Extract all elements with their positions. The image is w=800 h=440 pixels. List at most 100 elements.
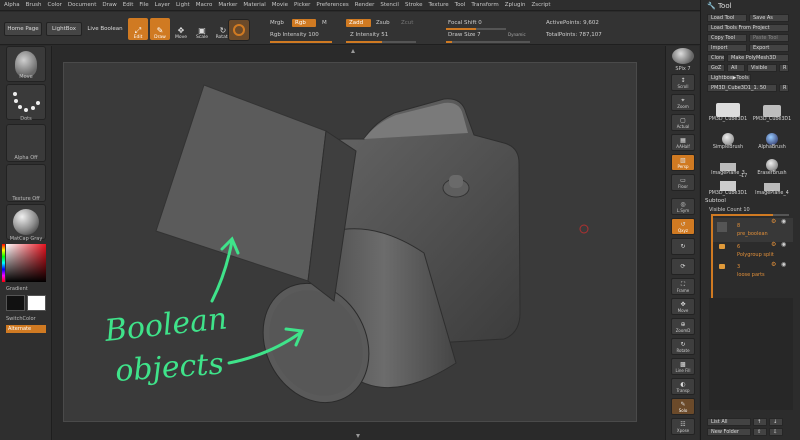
bpr-sphere-icon[interactable]: [672, 48, 694, 64]
lightbox-tools-button[interactable]: Lightbox▶Tools: [707, 74, 751, 82]
move-up-button[interactable]: ↑: [753, 418, 767, 426]
move-mode-button[interactable]: ✥ Move: [171, 18, 191, 40]
move-view-button[interactable]: ✥ Move: [671, 298, 695, 315]
subtool-row-3[interactable]: 3 loose parts ⚙ ◉: [713, 260, 793, 282]
menu-brush[interactable]: Brush: [26, 2, 42, 8]
scale-mode-button[interactable]: ▣ Scale: [192, 18, 212, 40]
bottom-collapse-handle[interactable]: [348, 434, 368, 439]
material-selector[interactable]: [6, 204, 46, 240]
menu-tool[interactable]: Tool: [455, 2, 466, 8]
subtool-1-eye-icon[interactable]: ◉: [781, 218, 786, 225]
new-folder-button[interactable]: New Folder: [707, 428, 751, 436]
goz-button[interactable]: GoZ: [707, 64, 725, 72]
menu-picker[interactable]: Picker: [294, 2, 310, 8]
menu-layer[interactable]: Layer: [155, 2, 170, 8]
camera-model[interactable]: Boolean objects: [64, 63, 637, 422]
dynamic-solo-button[interactable]: ✎ Solo: [671, 398, 695, 415]
menu-stencil[interactable]: Stencil: [380, 2, 399, 8]
menu-stroke[interactable]: Stroke: [405, 2, 423, 8]
focal-shift-track[interactable]: [446, 28, 506, 30]
switch-color-button[interactable]: SwitchColor: [6, 316, 58, 322]
menu-marker[interactable]: Marker: [218, 2, 237, 8]
export-button[interactable]: Export: [749, 44, 789, 52]
main-color-swatch[interactable]: [6, 295, 25, 311]
line-fill-button[interactable]: ▩ Line Fill: [671, 358, 695, 375]
subtool-2-eye-icon[interactable]: ◉: [781, 241, 786, 248]
y-rotate-button[interactable]: ↻: [671, 238, 695, 255]
import-button[interactable]: Import: [707, 44, 747, 52]
load-tool-button[interactable]: Load Tool: [707, 14, 747, 22]
subtool-1-gear-icon[interactable]: ⚙: [771, 218, 776, 225]
visible-button[interactable]: Visible: [747, 64, 777, 72]
subtool-title[interactable]: Subtool: [705, 198, 726, 204]
subtool-row-2[interactable]: 6 Polygroup split ⚙ ◉: [713, 240, 793, 262]
menu-light[interactable]: Light: [176, 2, 190, 8]
move-to-top-button[interactable]: ⇧: [753, 428, 767, 436]
alternate-button[interactable]: Alternate: [6, 325, 46, 333]
tool-thumb-3[interactable]: SimpleBrush: [707, 124, 749, 150]
floor-button[interactable]: ▭ Floor: [671, 174, 695, 191]
secondary-color-swatch[interactable]: [27, 295, 46, 311]
menu-alpha[interactable]: Alpha: [4, 2, 20, 8]
menu-color[interactable]: Color: [48, 2, 62, 8]
current-tool-slider[interactable]: PM3D_Cube3D1_1. 50: [707, 84, 777, 92]
menu-document[interactable]: Document: [68, 2, 97, 8]
lightbox-button[interactable]: LightBox: [46, 22, 82, 36]
list-all-button[interactable]: List All: [707, 418, 751, 426]
rgb-toggle[interactable]: Rgb: [292, 19, 316, 27]
zcut-toggle[interactable]: Zcut: [401, 20, 413, 26]
menu-draw[interactable]: Draw: [102, 2, 116, 8]
scroll-button[interactable]: ↕ Scroll: [671, 74, 695, 91]
top-collapse-handle[interactable]: [343, 48, 363, 53]
tool-thumb-4[interactable]: AlphaBrush: [751, 124, 793, 150]
actual-button[interactable]: ▢ Actual: [671, 114, 695, 131]
z-intensity-slider[interactable]: Z Intensity 51: [350, 32, 388, 38]
zoom3d-button[interactable]: ⊕ ZoomD: [671, 318, 695, 335]
home-page-button[interactable]: Home Page: [4, 22, 42, 36]
tool-thumb-2[interactable]: PM3D_Cube3D1: [751, 96, 793, 122]
tool-thumb-1[interactable]: PM3D_Cube3D1: [707, 96, 749, 122]
zadd-toggle[interactable]: Zadd: [346, 19, 372, 27]
rgb-intensity-track[interactable]: [270, 41, 332, 43]
edit-mode-button[interactable]: ⤢ Edit: [128, 18, 148, 40]
subtool-2-gear-icon[interactable]: ⚙: [771, 241, 776, 248]
r2-button[interactable]: R: [779, 84, 789, 92]
menu-material[interactable]: Material: [243, 2, 265, 8]
menu-zscript[interactable]: Zscript: [531, 2, 550, 8]
menu-zplugin[interactable]: Zplugin: [505, 2, 526, 8]
persp-button[interactable]: ▧ Persp: [671, 154, 695, 171]
color-picker[interactable]: [6, 244, 46, 282]
menu-transform[interactable]: Transform: [471, 2, 498, 8]
clone-button[interactable]: Clone: [707, 54, 725, 62]
visible-count-slider[interactable]: [711, 214, 789, 216]
paste-tool-button[interactable]: Paste Tool: [749, 34, 789, 42]
visible-count[interactable]: Visible Count 10: [709, 207, 750, 213]
aahalf-button[interactable]: ▦ AAHalf: [671, 134, 695, 151]
load-tools-from-project-button[interactable]: Load Tools From Project: [707, 24, 789, 32]
draw-size-slider[interactable]: Draw Size 7: [448, 32, 481, 38]
move-to-bottom-button[interactable]: ⇩: [769, 428, 783, 436]
draw-mode-button[interactable]: ✎ Draw: [150, 18, 170, 40]
menu-preferences[interactable]: Preferences: [316, 2, 348, 8]
frame-button[interactable]: ⛶ Frame: [671, 278, 695, 295]
brush-preview-button[interactable]: [228, 19, 250, 41]
menu-render[interactable]: Render: [355, 2, 375, 8]
subtool-3-eye-icon[interactable]: ◉: [781, 261, 786, 268]
menu-file[interactable]: File: [139, 2, 148, 8]
local-button[interactable]: ◎ L.Sym: [671, 198, 695, 215]
spix-setting[interactable]: SPix 7: [671, 66, 695, 73]
live-boolean-button[interactable]: Live Boolean: [86, 22, 124, 36]
move-down-button[interactable]: ↓: [769, 418, 783, 426]
tool-thumb-8[interactable]: ImagePlane_4: [751, 170, 793, 196]
draw-size-track[interactable]: [446, 41, 530, 43]
rgb-intensity-slider[interactable]: Rgb Intensity 100: [270, 32, 319, 38]
stroke-selector[interactable]: [6, 84, 46, 120]
zoom-button[interactable]: ⌖ Zoom: [671, 94, 695, 111]
mrgb-toggle[interactable]: Mrgb: [270, 20, 284, 26]
xpose-button[interactable]: ☷ Xpose: [671, 418, 695, 435]
r-button[interactable]: R: [779, 64, 789, 72]
transp-button[interactable]: ◐ Transp: [671, 378, 695, 395]
menu-movie[interactable]: Movie: [272, 2, 288, 8]
copy-tool-button[interactable]: Copy Tool: [707, 34, 747, 42]
menu-edit[interactable]: Edit: [123, 2, 134, 8]
